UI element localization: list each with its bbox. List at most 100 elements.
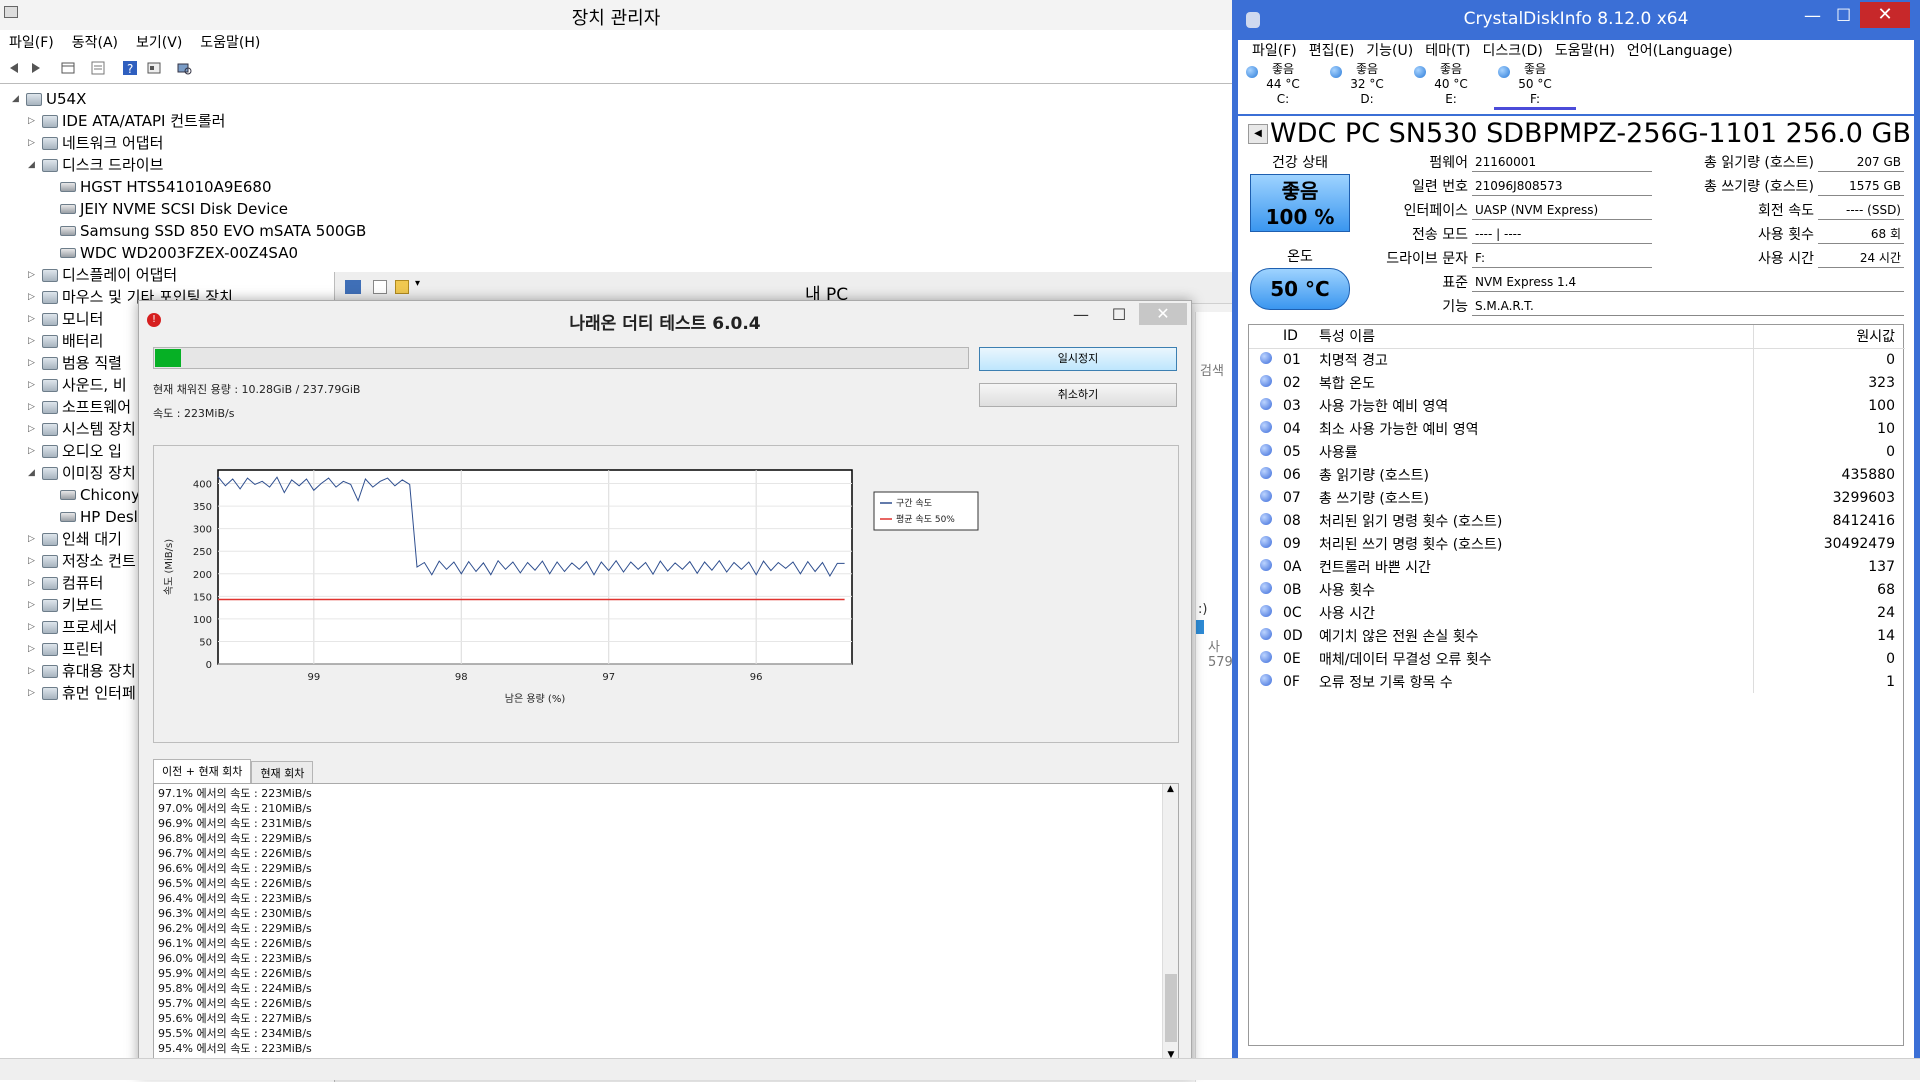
tree-device[interactable]: HGST HTS541010A9E680 [46, 176, 272, 198]
close-button[interactable]: ✕ [1860, 2, 1910, 28]
quick-properties-icon[interactable] [373, 280, 387, 294]
menu-file[interactable]: 파일(F) [1246, 40, 1303, 62]
tree-category[interactable]: ▷ 키보드 [28, 594, 103, 616]
search-box-fragment[interactable]: 검색 [1200, 360, 1224, 379]
collapsed-arrow-icon[interactable]: ▷ [28, 132, 38, 154]
help-icon[interactable]: ? [122, 60, 138, 76]
smart-row[interactable]: 05 사용률 0 [1249, 440, 1905, 463]
tree-device[interactable]: Chicony [46, 484, 140, 506]
menu-help[interactable]: 도움말(H) [191, 30, 269, 54]
maximize-button[interactable]: ☐ [1099, 305, 1139, 327]
tree-category[interactable]: ▷ 소프트웨어 [28, 396, 131, 418]
smart-col-raw[interactable]: 원시값 [1753, 325, 1905, 349]
collapsed-arrow-icon[interactable]: ▷ [28, 286, 38, 308]
new-folder-icon[interactable] [395, 280, 409, 294]
collapsed-arrow-icon[interactable]: ▷ [28, 638, 38, 660]
tree-device[interactable]: JEIY NVME SCSI Disk Device [46, 198, 288, 220]
tree-device[interactable]: WDC WD2003FZEX-00Z4SA0 [46, 242, 298, 264]
tree-root[interactable]: ◢ U54X [12, 88, 86, 110]
tree-category[interactable]: ▷ 컴퓨터 [28, 572, 103, 594]
tree-category[interactable]: ◢ 이미징 장치 [28, 462, 136, 484]
tree-category[interactable]: ▷ IDE ATA/ATAPI 컨트롤러 [28, 110, 225, 132]
tree-category[interactable]: ▷ 프로세서 [28, 616, 117, 638]
tab-current-round[interactable]: 현재 회차 [251, 761, 314, 785]
smart-row[interactable]: 08 처리된 읽기 명령 횟수 (호스트) 8412416 [1249, 509, 1905, 532]
collapsed-arrow-icon[interactable]: ▷ [28, 682, 38, 704]
collapsed-arrow-icon[interactable]: ▷ [28, 440, 38, 462]
smart-row[interactable]: 01 치명적 경고 0 [1249, 348, 1905, 371]
smart-col-id[interactable]: ID [1283, 325, 1313, 349]
scroll-thumb[interactable] [1165, 974, 1177, 1042]
expanded-arrow-icon[interactable]: ◢ [28, 462, 38, 484]
view-icon[interactable] [90, 60, 106, 76]
expanded-arrow-icon[interactable]: ◢ [28, 154, 38, 176]
drive-tab-f[interactable]: 좋음 50 °C F: [1494, 62, 1576, 110]
collapsed-arrow-icon[interactable]: ▷ [28, 418, 38, 440]
menu-theme[interactable]: 테마(T) [1419, 40, 1476, 62]
previous-disk-icon[interactable]: ◀ [1248, 124, 1268, 144]
tree-category[interactable]: ▷ 사운드, 비 [28, 374, 127, 396]
collapsed-arrow-icon[interactable]: ▷ [28, 110, 38, 132]
temperature-badge[interactable]: 50 °C [1250, 268, 1350, 310]
cancel-button[interactable]: 취소하기 [979, 383, 1177, 407]
resources-icon[interactable] [146, 60, 162, 76]
tree-device[interactable]: HP Desl [46, 506, 138, 528]
collapsed-arrow-icon[interactable]: ▷ [28, 660, 38, 682]
smart-row[interactable]: 02 복합 온도 323 [1249, 371, 1905, 394]
tree-category[interactable]: ▷ 범용 직렬 [28, 352, 122, 374]
menu-edit[interactable]: 편집(E) [1303, 40, 1361, 62]
collapsed-arrow-icon[interactable]: ▷ [28, 330, 38, 352]
tree-category[interactable]: ▷ 네트워크 어댑터 [28, 132, 163, 154]
scroll-up-icon[interactable]: ▲ [1163, 784, 1178, 794]
collapsed-arrow-icon[interactable]: ▷ [28, 572, 38, 594]
smart-row[interactable]: 0A 컨트롤러 바쁜 시간 137 [1249, 555, 1905, 578]
tree-category[interactable]: ▷ 배터리 [28, 330, 103, 352]
tab-all-rounds[interactable]: 이전 + 현재 회차 [153, 759, 252, 785]
health-status-badge[interactable]: 좋음 100 % [1250, 174, 1350, 232]
collapsed-arrow-icon[interactable]: ▷ [28, 374, 38, 396]
smart-row[interactable]: 0C 사용 시간 24 [1249, 601, 1905, 624]
smart-row[interactable]: 07 총 쓰기량 (호스트) 3299603 [1249, 486, 1905, 509]
tree-device[interactable]: Samsung SSD 850 EVO mSATA 500GB [46, 220, 366, 242]
tree-category[interactable]: ▷ 프린터 [28, 638, 103, 660]
pause-button[interactable]: 일시정지 [979, 347, 1177, 371]
tree-category[interactable]: ▷ 휴먼 인터페 [28, 682, 136, 704]
collapsed-arrow-icon[interactable]: ▷ [28, 616, 38, 638]
expanded-arrow-icon[interactable]: ◢ [12, 88, 22, 110]
smart-row[interactable]: 0E 매체/데이터 무결성 오류 횟수 0 [1249, 647, 1905, 670]
drive-tab-e[interactable]: 좋음 40 °C E: [1410, 62, 1492, 110]
smart-row[interactable]: 03 사용 가능한 예비 영역 100 [1249, 394, 1905, 417]
menu-function[interactable]: 기능(U) [1360, 40, 1419, 62]
collapsed-arrow-icon[interactable]: ▷ [28, 264, 38, 286]
collapsed-arrow-icon[interactable]: ▷ [28, 550, 38, 572]
menu-file[interactable]: 파일(F) [0, 30, 63, 54]
maximize-button[interactable]: ☐ [1836, 6, 1851, 26]
smart-row[interactable]: 09 처리된 쓰기 명령 횟수 (호스트) 30492479 [1249, 532, 1905, 555]
menu-language[interactable]: 언어(Language) [1621, 40, 1739, 62]
close-button[interactable]: ✕ [1139, 303, 1187, 325]
tree-category[interactable]: ▷ 오디오 입 [28, 440, 122, 462]
collapsed-arrow-icon[interactable]: ▷ [28, 528, 38, 550]
tree-category[interactable]: ▷ 모니터 [28, 308, 103, 330]
tree-category[interactable]: ▷ 디스플레이 어댑터 [28, 264, 177, 286]
tree-category[interactable]: ▷ 휴대용 장치 [28, 660, 136, 682]
chevron-down-icon[interactable]: ▾ [415, 278, 420, 289]
speed-log[interactable]: 97.1% 에서의 속도 : 223MiB/s 97.0% 에서의 속도 : 21… [153, 783, 1179, 1061]
smart-col-name[interactable]: 특성 이름 [1313, 325, 1754, 349]
smart-row[interactable]: 06 총 읽기량 (호스트) 435880 [1249, 463, 1905, 486]
smart-row[interactable]: 0D 예기치 않은 전원 손실 횟수 14 [1249, 624, 1905, 647]
smart-row[interactable]: 0B 사용 횟수 68 [1249, 578, 1905, 601]
properties-icon[interactable] [60, 60, 76, 76]
tree-category[interactable]: ◢ 디스크 드라이브 [28, 154, 163, 176]
scan-hardware-icon[interactable] [176, 60, 192, 76]
drive-tab-c[interactable]: 좋음 44 °C C: [1242, 62, 1324, 110]
collapsed-arrow-icon[interactable]: ▷ [28, 352, 38, 374]
menu-disk[interactable]: 디스크(D) [1476, 40, 1548, 62]
collapsed-arrow-icon[interactable]: ▷ [28, 308, 38, 330]
collapsed-arrow-icon[interactable]: ▷ [28, 396, 38, 418]
back-icon[interactable] [6, 60, 22, 76]
forward-icon[interactable] [28, 60, 44, 76]
tree-category[interactable]: ▷ 인쇄 대기 [28, 528, 122, 550]
minimize-button[interactable]: — [1061, 305, 1101, 327]
smart-row[interactable]: 04 최소 사용 가능한 예비 영역 10 [1249, 417, 1905, 440]
